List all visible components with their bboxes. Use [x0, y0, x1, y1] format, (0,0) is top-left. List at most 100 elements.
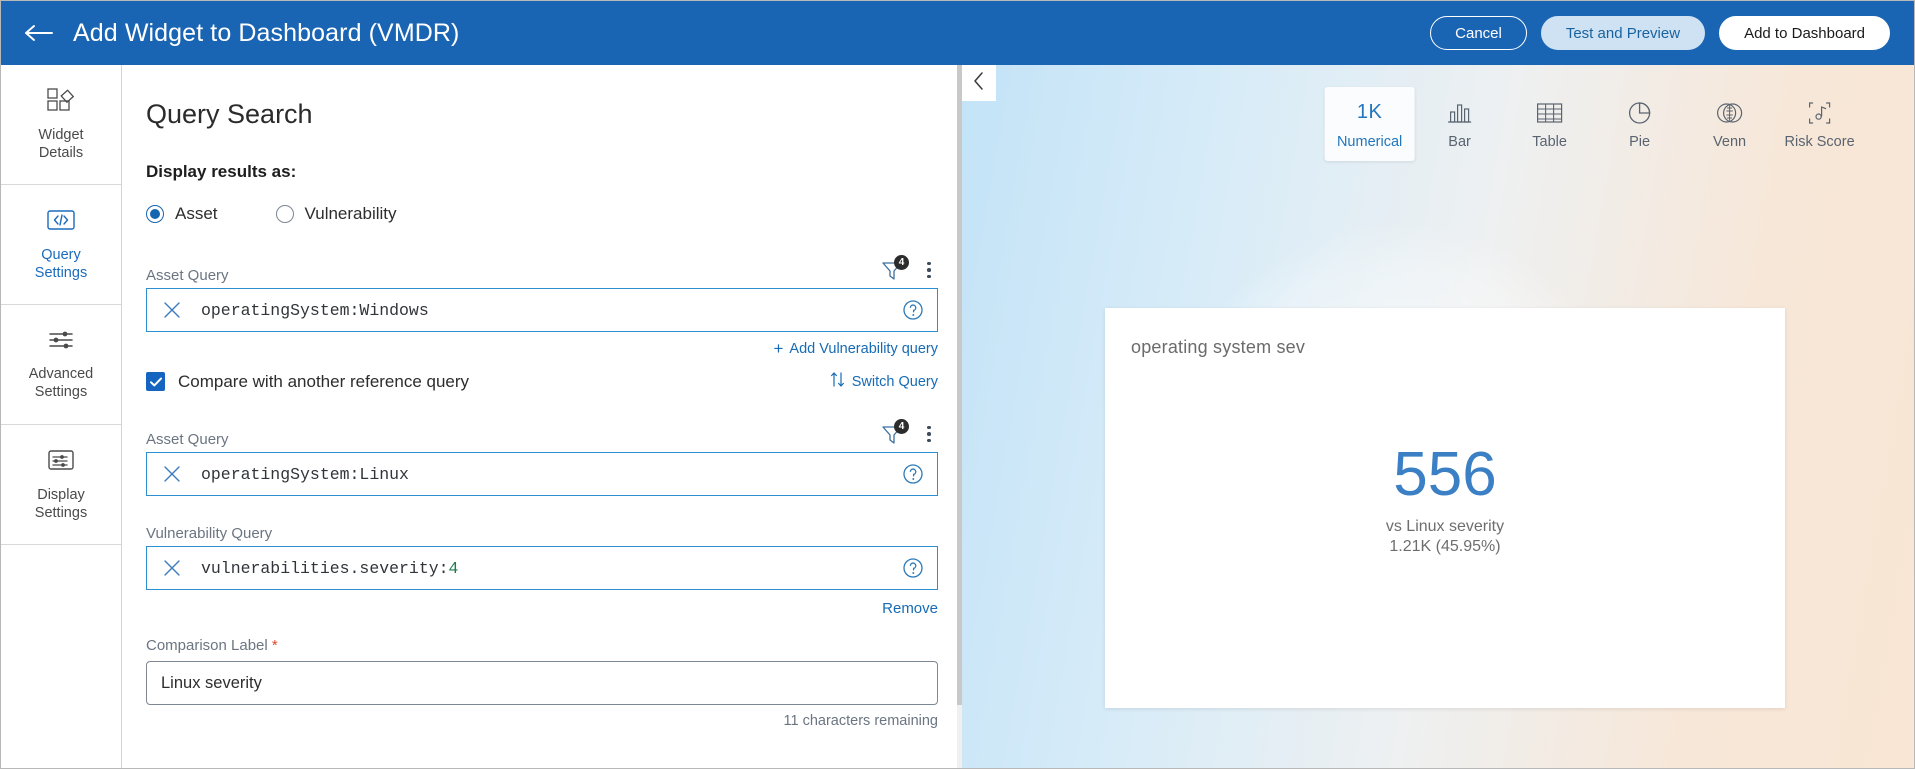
add-vulnerability-query-label: Add Vulnerability query — [789, 340, 938, 357]
numeric-1k-text: 1K — [1356, 101, 1383, 123]
sidebar-item-query-settings[interactable]: Query Settings — [1, 185, 121, 305]
compare-query-row: Compare with another reference query Swi… — [146, 371, 938, 392]
chart-type-label: Numerical — [1336, 133, 1403, 150]
widget-details-icon — [46, 87, 76, 118]
chevron-left-icon — [972, 71, 986, 96]
switch-query-link[interactable]: Switch Query — [830, 371, 938, 392]
back-arrow-icon[interactable] — [19, 13, 59, 53]
asset-query-1-block: Asset Query 4 operatingSystem:Windows + … — [146, 250, 938, 392]
close-x-icon[interactable] — [161, 557, 183, 579]
compare-reference-query-checkbox[interactable]: Compare with another reference query — [146, 372, 469, 392]
sidebar-filler — [1, 545, 121, 768]
question-circle-icon[interactable] — [901, 298, 925, 322]
display-settings-icon — [45, 447, 77, 478]
collapse-panel-button[interactable] — [962, 65, 996, 101]
switch-query-label: Switch Query — [851, 373, 938, 390]
widget-preview-pane: 1K Numerical Bar Table Pie Venn Risk Sco… — [962, 65, 1914, 768]
vulnerability-query-input[interactable]: vulnerabilities.severity:4 — [146, 546, 938, 590]
asset-query-2-head: Asset Query 4 — [146, 414, 938, 448]
filter-count-badge: 4 — [894, 255, 909, 270]
sidebar-item-label: Query Settings — [34, 246, 88, 282]
close-x-icon[interactable] — [161, 299, 183, 321]
risk-score-icon — [1807, 99, 1833, 127]
asset-query-2-block: Asset Query 4 operatingSystem:Linux — [146, 414, 938, 496]
pie-chart-icon — [1627, 99, 1653, 127]
filter-funnel-icon[interactable]: 4 — [880, 419, 909, 446]
asset-query-2-value: operatingSystem:Linux — [201, 464, 409, 484]
comparison-label-input[interactable]: Linux severity — [146, 661, 938, 705]
radio-vulnerability-label: Vulnerability — [304, 204, 397, 223]
chart-type-label: Pie — [1629, 133, 1651, 150]
asset-query-2-input[interactable]: operatingSystem:Linux — [146, 452, 938, 496]
checkbox-checked-icon — [146, 372, 165, 391]
filter-funnel-icon[interactable]: 4 — [880, 255, 909, 282]
widget-preview-card: operating system sev 556 vs Linux severi… — [1105, 308, 1785, 708]
query-search-heading: Query Search — [146, 99, 313, 129]
remove-query-link[interactable]: Remove — [146, 600, 938, 617]
chart-type-venn[interactable]: Venn — [1685, 87, 1775, 161]
more-vertical-icon[interactable] — [920, 425, 938, 443]
add-widget-page: Add Widget to Dashboard (VMDR) Cancel Te… — [0, 0, 1915, 769]
query-settings-panel: Query Search Display results as: Asset V… — [122, 65, 962, 768]
question-circle-icon[interactable] — [901, 462, 925, 486]
asset-query-2-label: Asset Query — [146, 431, 229, 448]
page-header: Add Widget to Dashboard (VMDR) Cancel Te… — [1, 1, 1914, 65]
asset-query-1-value: operatingSystem:Windows — [201, 300, 429, 320]
sidebar-item-display-settings[interactable]: Display Settings — [1, 425, 121, 545]
asset-query-2-tools: 4 — [880, 419, 938, 448]
more-vertical-icon[interactable] — [920, 261, 938, 279]
sidebar-nav: Widget Details Query Settings Advanced S… — [1, 65, 122, 768]
bar-chart-icon — [1447, 99, 1473, 127]
chart-type-label: Venn — [1713, 133, 1747, 150]
display-results-radio-group: Asset Vulnerability — [146, 204, 962, 224]
characters-remaining-text: 11 characters remaining — [783, 713, 938, 729]
header-actions: Cancel Test and Preview Add to Dashboard — [1430, 16, 1890, 50]
sidebar-item-advanced-settings[interactable]: Advanced Settings — [1, 305, 121, 425]
page-body: Widget Details Query Settings Advanced S… — [1, 65, 1914, 768]
comparison-label-text: Comparison Label — [146, 637, 268, 654]
radio-asset-circle — [146, 205, 164, 223]
chart-type-label: Table — [1532, 133, 1567, 150]
add-vulnerability-query-link[interactable]: + Add Vulnerability query — [146, 340, 938, 357]
chart-type-bar[interactable]: Bar — [1415, 87, 1505, 161]
test-and-preview-button[interactable]: Test and Preview — [1540, 16, 1706, 50]
vulnerability-query-field: vulnerabilities.severity: — [201, 558, 449, 578]
vulnerability-query-label: Vulnerability Query — [146, 525, 273, 542]
sliders-icon — [45, 328, 77, 357]
vulnerability-query-block: Vulnerability Query vulnerabilities.seve… — [146, 516, 938, 729]
code-brackets-icon — [45, 207, 77, 238]
sidebar-item-label: Advanced Settings — [28, 365, 94, 401]
plus-icon: + — [773, 339, 784, 358]
metric-compare-detail: 1.21K (45.95%) — [1389, 538, 1501, 555]
chart-type-table[interactable]: Table — [1505, 87, 1595, 161]
cancel-button[interactable]: Cancel — [1430, 16, 1527, 50]
chart-type-label: Bar — [1448, 133, 1471, 150]
radio-vulnerability[interactable]: Vulnerability — [275, 204, 397, 224]
chart-type-pie[interactable]: Pie — [1595, 87, 1685, 161]
compare-reference-query-label: Compare with another reference query — [178, 371, 470, 391]
numeric-1k-icon: 1K — [1357, 99, 1382, 127]
radio-asset-label: Asset — [175, 204, 218, 223]
widget-card-title: operating system sev — [1131, 337, 1306, 357]
sidebar-item-widget-details[interactable]: Widget Details — [1, 65, 121, 185]
radio-vulnerability-circle — [275, 205, 294, 223]
required-asterisk: * — [271, 637, 278, 654]
metric-value: 556 — [1393, 440, 1497, 509]
add-to-dashboard-button[interactable]: Add to Dashboard — [1719, 16, 1890, 50]
widget-metric-group: 556 vs Linux severity 1.21K (45.95%) — [1105, 444, 1785, 556]
asset-query-1-tools: 4 — [880, 255, 938, 284]
radio-asset[interactable]: Asset — [146, 204, 218, 224]
venn-diagram-icon — [1715, 99, 1745, 127]
asset-query-1-head: Asset Query 4 — [146, 250, 938, 284]
comparison-label-caption: Comparison Label * — [146, 637, 938, 654]
chart-type-risk-score[interactable]: Risk Score — [1775, 87, 1865, 161]
sidebar-item-label: Widget Details — [38, 126, 84, 162]
sidebar-item-label: Display Settings — [34, 486, 88, 522]
asset-query-1-input[interactable]: operatingSystem:Windows — [146, 288, 938, 332]
question-circle-icon[interactable] — [901, 556, 925, 580]
page-title: Add Widget to Dashboard (VMDR) — [73, 18, 460, 47]
switch-arrows-icon — [830, 371, 845, 392]
chart-type-label: Risk Score — [1784, 133, 1855, 150]
chart-type-numerical[interactable]: 1K Numerical — [1324, 87, 1415, 161]
close-x-icon[interactable] — [161, 463, 183, 485]
